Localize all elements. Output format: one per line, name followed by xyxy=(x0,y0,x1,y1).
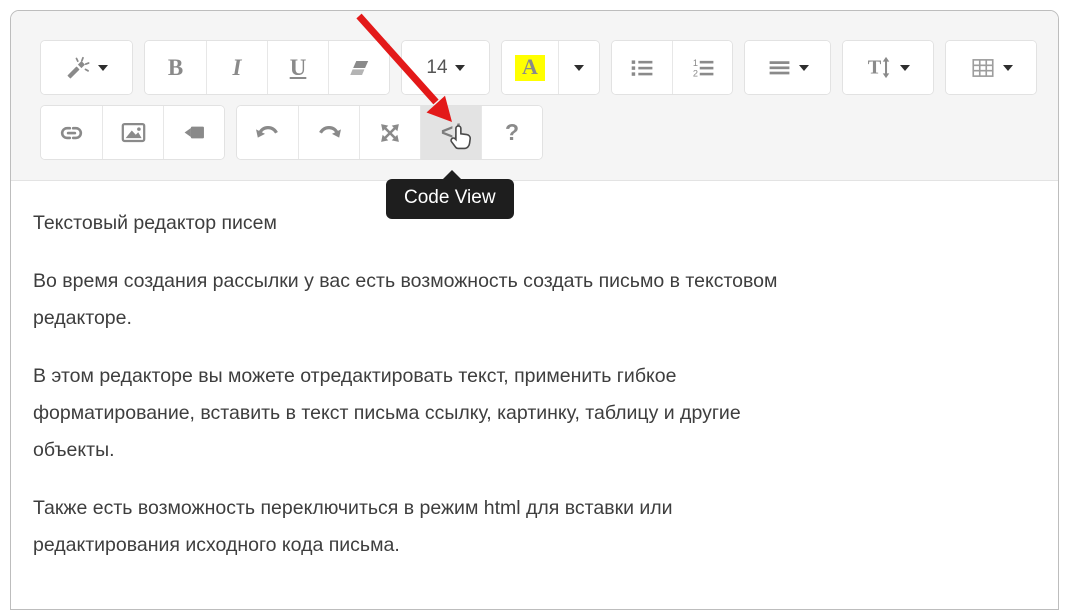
video-icon xyxy=(181,119,208,146)
font-size-dropdown-button[interactable]: 14 xyxy=(402,41,489,94)
align-icon xyxy=(767,55,792,80)
tools-group: </ ? xyxy=(236,105,543,160)
font-size-group: 14 xyxy=(401,40,490,95)
svg-text:1: 1 xyxy=(692,57,697,67)
chevron-down-icon xyxy=(98,64,108,71)
line-height-dropdown-button[interactable]: T xyxy=(843,41,933,94)
code-view-button[interactable]: </ xyxy=(420,106,481,159)
editor-paragraph: В этом редакторе вы можете отредактирова… xyxy=(33,365,741,461)
bold-icon: B xyxy=(167,54,184,80)
list-group: 1 2 xyxy=(611,40,733,95)
hand-cursor-icon xyxy=(448,122,475,155)
font-color-icon: A xyxy=(515,54,545,81)
video-button[interactable] xyxy=(163,106,224,159)
redo-button[interactable] xyxy=(298,106,359,159)
picture-icon xyxy=(120,119,147,146)
paragraph-group xyxy=(744,40,831,95)
link-button[interactable] xyxy=(41,106,102,159)
redo-icon xyxy=(316,119,343,146)
editor-frame: B I U 14 A 1 2 T </ ? Текстовый редактор… xyxy=(10,10,1059,610)
chevron-down-icon xyxy=(574,64,584,71)
underline-icon: U xyxy=(289,54,307,80)
link-icon xyxy=(58,119,85,146)
bold-button[interactable]: B xyxy=(145,41,206,94)
chevron-down-icon xyxy=(900,64,910,71)
undo-button[interactable] xyxy=(237,106,298,159)
ordered-list-icon: 1 2 xyxy=(690,55,716,81)
table-dropdown-button[interactable] xyxy=(946,41,1036,94)
font-color-group: A xyxy=(501,40,600,95)
help-icon: ? xyxy=(504,119,520,145)
editor-paragraph: Во время создания рассылки у вас есть во… xyxy=(33,270,778,329)
code-view-tooltip: Code View xyxy=(386,170,514,219)
underline-button[interactable]: U xyxy=(267,41,328,94)
font-size-value: 14 xyxy=(426,56,448,78)
toolbar-row-2: </ ? xyxy=(40,105,1040,160)
chevron-down-icon xyxy=(1002,64,1013,71)
editor-paragraph: Также есть возможность переключиться в р… xyxy=(33,497,673,556)
italic-icon: I xyxy=(232,54,242,80)
undo-icon xyxy=(254,119,281,146)
editor-toolbar: B I U 14 A 1 2 T </ ? xyxy=(11,11,1058,181)
magic-wand-icon xyxy=(65,55,91,81)
clear-format-button[interactable] xyxy=(328,41,389,94)
line-height-icon: T xyxy=(866,54,893,81)
chevron-down-icon xyxy=(454,64,465,71)
toolbar-row-1: B I U 14 A 1 2 T xyxy=(40,40,1040,95)
table-group xyxy=(945,40,1037,95)
style-group xyxy=(40,40,133,95)
italic-button[interactable]: I xyxy=(206,41,267,94)
eraser-icon xyxy=(346,55,372,81)
insert-group xyxy=(40,105,225,160)
help-button[interactable]: ? xyxy=(481,106,542,159)
picture-button[interactable] xyxy=(102,106,163,159)
editor-heading: Текстовый редактор писем xyxy=(33,212,277,234)
basic-format-group: B I U xyxy=(144,40,390,95)
ordered-list-button[interactable]: 1 2 xyxy=(672,41,732,94)
svg-text:T: T xyxy=(868,57,882,79)
tooltip-label: Code View xyxy=(404,187,496,208)
paragraph-align-dropdown-button[interactable] xyxy=(745,41,830,94)
unordered-list-icon xyxy=(629,55,655,81)
style-dropdown-button[interactable] xyxy=(41,41,132,94)
table-icon xyxy=(970,55,996,81)
fullscreen-button[interactable] xyxy=(359,106,420,159)
line-height-group: T xyxy=(842,40,934,95)
unordered-list-button[interactable] xyxy=(612,41,672,94)
editor-content-area[interactable]: Текстовый редактор писем Во время создан… xyxy=(11,181,1058,564)
svg-text:2: 2 xyxy=(692,68,697,78)
font-color-caret-button[interactable] xyxy=(558,41,599,94)
fullscreen-icon xyxy=(377,120,403,146)
font-color-button[interactable]: A xyxy=(502,41,558,94)
chevron-down-icon xyxy=(798,64,809,71)
